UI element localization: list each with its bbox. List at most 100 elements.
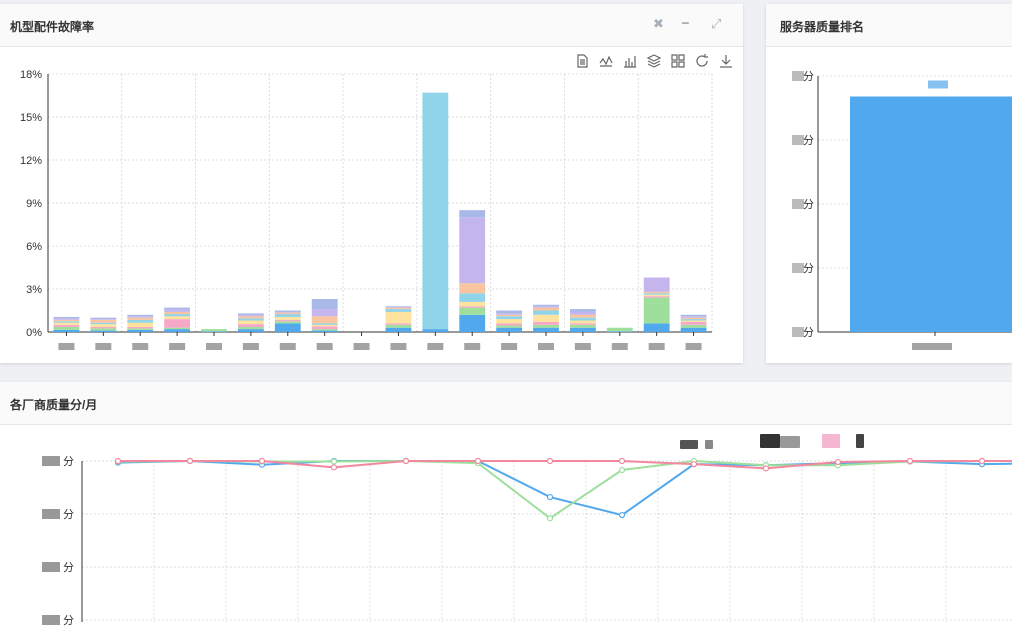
x-tick-label bbox=[353, 343, 370, 350]
bar-segment bbox=[164, 327, 191, 330]
bar-segment bbox=[643, 296, 670, 298]
bar-segment bbox=[496, 319, 523, 324]
bar-segment bbox=[90, 319, 117, 323]
bar-segment bbox=[533, 304, 559, 307]
y-tick-label: 12% bbox=[20, 155, 42, 167]
x-tick-label bbox=[242, 343, 259, 350]
data-point bbox=[618, 457, 626, 465]
data-point bbox=[546, 493, 554, 501]
x-tick-label bbox=[390, 343, 407, 350]
bar-segment bbox=[422, 329, 449, 332]
bar-segment bbox=[643, 293, 670, 295]
bar-segment bbox=[606, 331, 633, 332]
data-point bbox=[834, 458, 842, 466]
x-tick-label bbox=[501, 343, 518, 350]
bar-segment bbox=[127, 319, 154, 323]
bar-segment bbox=[164, 316, 191, 320]
bar-segment bbox=[533, 324, 559, 328]
bar-segment bbox=[164, 311, 191, 315]
y-tick-label: 分 bbox=[63, 508, 74, 521]
bar-segment bbox=[237, 320, 264, 325]
x-tick-label bbox=[279, 343, 296, 350]
y-tick-blur bbox=[42, 456, 60, 466]
bar-segment bbox=[680, 319, 707, 321]
bar-segment bbox=[237, 313, 264, 315]
failure-rate-panel: 机型配件故障率 ✖ ━ ⤢ 0% 3% 6% 9% 12% 15% 18% bbox=[0, 4, 743, 363]
bar-segment bbox=[569, 323, 596, 325]
bar-segment bbox=[127, 316, 154, 318]
bar-segment bbox=[311, 324, 338, 327]
bar-segment bbox=[459, 307, 486, 315]
bar-segment bbox=[311, 329, 338, 331]
x-tick-label bbox=[427, 343, 444, 350]
data-point bbox=[402, 457, 410, 465]
y-tick-label: 0% bbox=[26, 327, 42, 339]
bar-segment bbox=[237, 318, 264, 321]
bar-segment bbox=[274, 323, 301, 332]
bar-segment bbox=[127, 326, 154, 329]
bar-segment bbox=[533, 327, 559, 332]
bar-segment bbox=[680, 314, 707, 317]
bar-segment bbox=[496, 325, 523, 328]
bar-segment bbox=[237, 324, 264, 327]
y-tick-label: 分 bbox=[63, 561, 74, 574]
y-tick-blur bbox=[42, 509, 60, 519]
bar-segment bbox=[274, 314, 301, 317]
bar-segment bbox=[311, 309, 338, 317]
bar-segment bbox=[643, 294, 670, 297]
data-point bbox=[258, 457, 266, 465]
bar-segment bbox=[311, 316, 338, 324]
bar-segment bbox=[127, 329, 154, 332]
bar-segment bbox=[274, 310, 301, 312]
x-tick-label bbox=[58, 343, 75, 350]
x-tick-label bbox=[685, 343, 702, 350]
bar-segment bbox=[90, 330, 117, 332]
y-tick-label: 分 bbox=[803, 134, 814, 147]
bar-segment bbox=[496, 323, 523, 326]
bar-segment bbox=[385, 323, 412, 325]
y-tick-blur bbox=[42, 562, 60, 572]
bar-segment bbox=[680, 324, 707, 328]
bar-segment bbox=[569, 324, 596, 328]
x-tick-label bbox=[95, 343, 112, 350]
bar-segment bbox=[164, 307, 191, 310]
bar-segment bbox=[385, 307, 412, 310]
x-tick-label bbox=[648, 343, 665, 350]
bar-segment bbox=[533, 321, 559, 325]
bar-segment bbox=[459, 293, 486, 302]
bar-segment bbox=[385, 306, 412, 308]
bar-segment bbox=[164, 329, 191, 332]
y-tick-label: 分 bbox=[803, 262, 814, 275]
y-tick-label: 分 bbox=[803, 70, 814, 83]
series-line bbox=[117, 459, 1012, 517]
bar-segment bbox=[496, 313, 523, 315]
bar-segment bbox=[90, 328, 117, 331]
bar-segment bbox=[385, 327, 412, 332]
data-point bbox=[186, 457, 194, 465]
bar-segment bbox=[385, 309, 412, 312]
server-quality-panel: 服务器质量排名 分分分分分 bbox=[766, 4, 1012, 363]
y-tick-label: 6% bbox=[26, 241, 42, 253]
bar-segment bbox=[53, 324, 80, 327]
bar-segment bbox=[164, 314, 191, 317]
bar-segment bbox=[237, 314, 264, 317]
bar-segment bbox=[164, 309, 191, 312]
bar-segment bbox=[237, 329, 264, 332]
data-point bbox=[762, 465, 770, 472]
data-point bbox=[618, 511, 626, 519]
bar-segment bbox=[643, 291, 670, 294]
bar-segment bbox=[643, 323, 670, 332]
bar-segment bbox=[311, 299, 338, 310]
y-tick-label: 18% bbox=[20, 69, 42, 81]
bar-segment bbox=[385, 306, 412, 307]
x-tick-label bbox=[316, 343, 333, 350]
bar-segment bbox=[680, 327, 707, 332]
bar-segment bbox=[237, 316, 264, 319]
data-point bbox=[546, 457, 554, 465]
bar-segment bbox=[90, 322, 117, 325]
bar-segment bbox=[533, 307, 559, 311]
bar-segment bbox=[643, 277, 670, 292]
bar-segment bbox=[53, 319, 80, 322]
bar-segment bbox=[569, 314, 596, 318]
bar-segment bbox=[127, 314, 154, 317]
